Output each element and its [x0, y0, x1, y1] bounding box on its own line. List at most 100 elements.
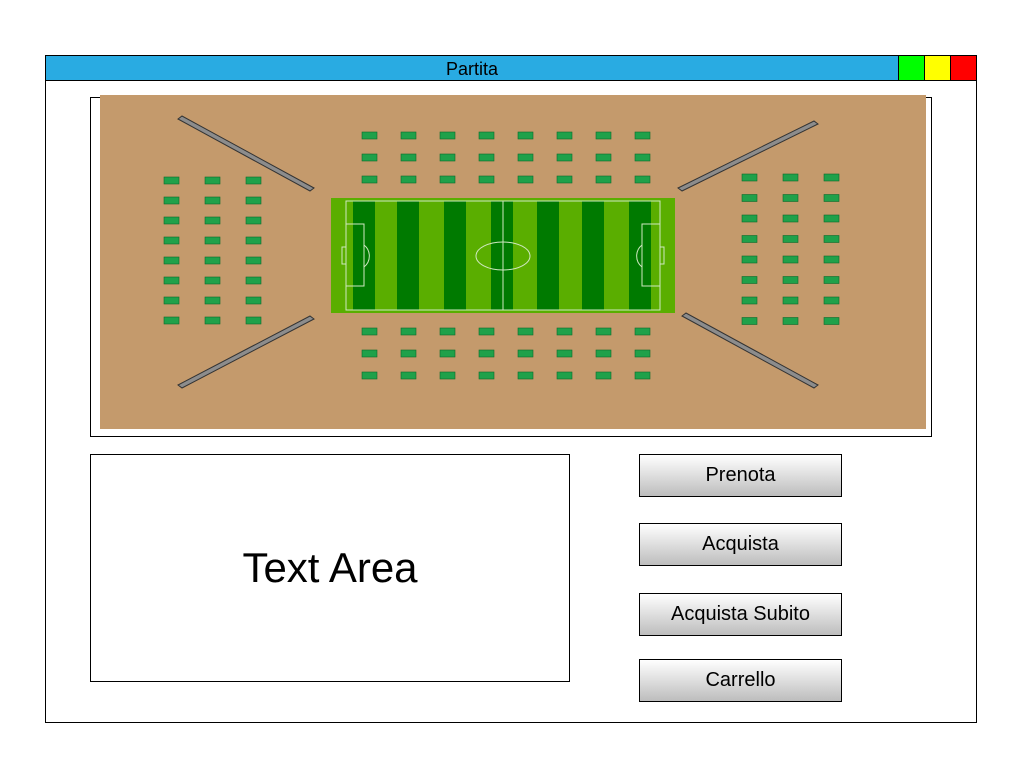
buy-button[interactable]: Acquista	[639, 523, 842, 566]
seat[interactable]	[478, 349, 495, 358]
seat[interactable]	[782, 276, 799, 284]
seat[interactable]	[400, 327, 417, 336]
seat[interactable]	[556, 371, 573, 380]
seat[interactable]	[517, 153, 534, 162]
seat[interactable]	[634, 371, 651, 380]
seat[interactable]	[478, 153, 495, 162]
seat[interactable]	[439, 175, 456, 184]
seat[interactable]	[204, 196, 221, 205]
seat[interactable]	[634, 175, 651, 184]
seat[interactable]	[361, 153, 378, 162]
seat[interactable]	[245, 196, 262, 205]
seat[interactable]	[782, 235, 799, 243]
seat[interactable]	[163, 196, 180, 205]
seat[interactable]	[245, 176, 262, 185]
seat[interactable]	[823, 235, 840, 243]
seat[interactable]	[823, 276, 840, 284]
text-area[interactable]: Text Area	[90, 454, 570, 682]
seat[interactable]	[741, 296, 758, 305]
seat[interactable]	[245, 216, 262, 225]
seat[interactable]	[556, 175, 573, 184]
seat[interactable]	[163, 316, 180, 325]
seat[interactable]	[595, 153, 612, 162]
minimize-button[interactable]	[898, 56, 924, 80]
seat[interactable]	[478, 131, 495, 140]
seat[interactable]	[823, 296, 840, 305]
seat[interactable]	[595, 349, 612, 358]
seat[interactable]	[478, 175, 495, 184]
seat[interactable]	[245, 236, 262, 245]
cart-button[interactable]: Carrello	[639, 659, 842, 702]
seat[interactable]	[478, 371, 495, 380]
seat[interactable]	[163, 236, 180, 245]
seat[interactable]	[204, 176, 221, 185]
seat[interactable]	[823, 194, 840, 202]
seat[interactable]	[204, 216, 221, 225]
seat[interactable]	[361, 371, 378, 380]
seat[interactable]	[634, 131, 651, 140]
seat[interactable]	[782, 173, 799, 182]
seat[interactable]	[782, 296, 799, 305]
seat[interactable]	[245, 316, 262, 325]
seat[interactable]	[439, 131, 456, 140]
seat[interactable]	[245, 256, 262, 265]
seat[interactable]	[741, 173, 758, 182]
seat[interactable]	[634, 327, 651, 336]
seat[interactable]	[595, 175, 612, 184]
seat[interactable]	[741, 317, 758, 325]
seat[interactable]	[400, 349, 417, 358]
seat[interactable]	[400, 371, 417, 380]
buy-now-button[interactable]: Acquista Subito	[639, 593, 842, 636]
seat[interactable]	[823, 214, 840, 223]
seat[interactable]	[556, 131, 573, 140]
seat[interactable]	[400, 175, 417, 184]
seat[interactable]	[400, 153, 417, 162]
seat[interactable]	[741, 194, 758, 202]
seat[interactable]	[823, 317, 840, 325]
seat[interactable]	[741, 276, 758, 284]
seat[interactable]	[163, 256, 180, 265]
seat[interactable]	[556, 349, 573, 358]
seat[interactable]	[595, 131, 612, 140]
seat[interactable]	[556, 153, 573, 162]
seat[interactable]	[245, 276, 262, 285]
seat[interactable]	[634, 349, 651, 358]
title-bar[interactable]: Partita	[46, 56, 976, 81]
seat[interactable]	[517, 371, 534, 380]
seat[interactable]	[163, 296, 180, 305]
seat[interactable]	[204, 236, 221, 245]
seat[interactable]	[741, 235, 758, 243]
seat[interactable]	[517, 349, 534, 358]
seat[interactable]	[400, 131, 417, 140]
seat[interactable]	[595, 327, 612, 336]
seat[interactable]	[782, 255, 799, 264]
seat[interactable]	[634, 153, 651, 162]
seat[interactable]	[741, 214, 758, 223]
seat[interactable]	[361, 131, 378, 140]
seat[interactable]	[163, 216, 180, 225]
seat[interactable]	[439, 371, 456, 380]
seat[interactable]	[439, 153, 456, 162]
maximize-button[interactable]	[924, 56, 950, 80]
seat[interactable]	[782, 317, 799, 325]
seat[interactable]	[204, 296, 221, 305]
seat[interactable]	[361, 349, 378, 358]
seat[interactable]	[163, 276, 180, 285]
close-button[interactable]	[950, 56, 976, 80]
seat[interactable]	[741, 255, 758, 264]
seat[interactable]	[439, 349, 456, 358]
book-button[interactable]: Prenota	[639, 454, 842, 497]
seat[interactable]	[163, 176, 180, 185]
seat[interactable]	[245, 296, 262, 305]
seat[interactable]	[204, 316, 221, 325]
seat[interactable]	[439, 327, 456, 336]
seat[interactable]	[204, 276, 221, 285]
seat[interactable]	[361, 175, 378, 184]
seat[interactable]	[517, 131, 534, 140]
seat[interactable]	[361, 327, 378, 336]
seat[interactable]	[556, 327, 573, 336]
seat[interactable]	[517, 327, 534, 336]
seat[interactable]	[823, 173, 840, 182]
seat[interactable]	[517, 175, 534, 184]
seat[interactable]	[782, 214, 799, 223]
